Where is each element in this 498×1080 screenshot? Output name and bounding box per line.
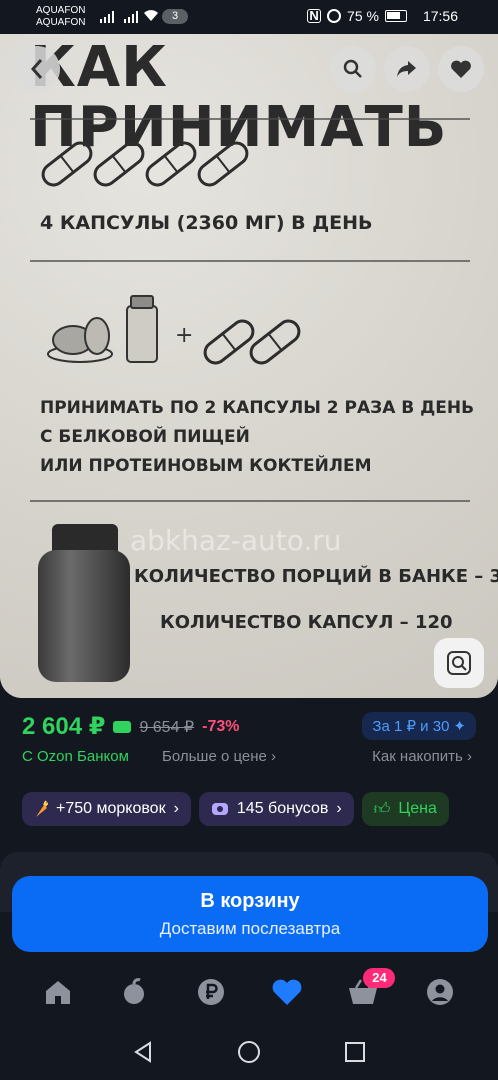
cart-count-badge: 24 xyxy=(363,968,396,988)
recents-square-icon[interactable] xyxy=(344,1041,366,1063)
sparkle-icon: ✦ xyxy=(453,718,466,735)
back-triangle-icon[interactable] xyxy=(132,1040,154,1064)
chevron-right-icon: › xyxy=(467,748,472,765)
add-to-cart-label: В корзину xyxy=(200,890,300,912)
price-chip[interactable]: 👍︎ Цена xyxy=(361,792,449,826)
more-about-price-link[interactable]: Больше о цене › xyxy=(162,748,276,765)
alarm-icon xyxy=(327,9,342,23)
favorites-icon xyxy=(272,979,302,1005)
capsule-icon xyxy=(244,314,306,370)
chevron-right-icon: › xyxy=(271,748,277,765)
svg-text:+: + xyxy=(175,323,193,348)
bottom-nav: 24 xyxy=(0,960,498,1024)
nav-favorites[interactable] xyxy=(265,970,309,1014)
thumbs-up-icon: 👍︎ xyxy=(373,800,391,818)
add-to-cart-button[interactable]: В корзину Доставим послезавтра xyxy=(12,876,488,952)
image-search-icon xyxy=(447,651,471,675)
nav-finance[interactable] xyxy=(189,970,233,1014)
carrots-label: +750 морковок xyxy=(56,800,166,817)
chevron-right-icon: › xyxy=(173,800,179,817)
capsule-icon xyxy=(198,314,260,370)
home-circle-icon[interactable] xyxy=(237,1040,261,1064)
price-row: 2 604 ₽ 9 654 ₽ -73% xyxy=(22,712,239,741)
ruble-icon xyxy=(197,979,224,1005)
fresh-icon xyxy=(124,978,145,1004)
search-button[interactable] xyxy=(330,46,376,92)
nav-cart[interactable]: 24 xyxy=(341,968,396,1014)
battery-percent: 75 % xyxy=(347,8,379,24)
bonus-chips: +750 морковок › 145 бонусов › 👍︎ Цена xyxy=(22,792,449,826)
delivery-label: Доставим послезавтра xyxy=(159,919,341,938)
food-shaker-illustration: + xyxy=(45,292,195,372)
chevron-right-icon: › xyxy=(336,800,342,817)
carrots-chip[interactable]: +750 морковок › xyxy=(22,792,191,826)
nav-profile[interactable] xyxy=(418,970,462,1014)
product-image: КАК ПРИНИМАТЬ 4 КАПСУЛЫ (2360 МГ) В ДЕНЬ… xyxy=(0,34,498,698)
divider xyxy=(30,118,470,120)
bonus-badge[interactable]: За 1 ₽ и 30 ✦ xyxy=(362,712,476,740)
carrot-icon xyxy=(36,800,48,817)
signal-icon-2 xyxy=(124,11,138,23)
profile-icon xyxy=(426,979,453,1005)
dose-text: 4 КАПСУЛЫ (2360 МГ) В ДЕНЬ xyxy=(40,212,373,234)
visual-search-button[interactable] xyxy=(434,638,484,688)
status-bar: AQUAFON AQUAFON 3 N 75 % 17:56 xyxy=(0,0,498,34)
carrier-1: AQUAFON xyxy=(36,5,86,16)
usage-text-2: С БЕЛКОВОЙ ПИЩЕЙ xyxy=(40,427,250,447)
current-price: 2 604 ₽ xyxy=(22,713,106,740)
back-arrow-icon xyxy=(30,59,43,79)
more-about-price-label: Больше о цене xyxy=(162,748,267,765)
usage-text-3: ИЛИ ПРОТЕИНОВЫМ КОКТЕЙЛЕМ xyxy=(40,456,372,476)
watermark: abkhaz-auto.ru xyxy=(130,524,342,557)
how-to-accumulate-link[interactable]: Как накопить › xyxy=(372,748,472,765)
discount-badge: -73% xyxy=(202,717,240,735)
divider xyxy=(30,260,470,262)
image-title: КАК ПРИНИМАТЬ xyxy=(30,35,448,160)
usage-text-1: ПРИНИМАТЬ ПО 2 КАПСУЛЫ 2 РАЗА В ДЕНЬ xyxy=(40,398,475,418)
how-to-accumulate-label: Как накопить xyxy=(372,748,463,765)
share-button[interactable] xyxy=(384,46,430,92)
servings-text: КОЛИЧЕСТВО ПОРЦИЙ В БАНКЕ – 30 xyxy=(134,566,498,587)
capsules-count-text: КОЛИЧЕСТВО КАПСУЛ – 120 xyxy=(160,612,453,633)
home-icon xyxy=(46,981,71,1004)
old-price: 9 654 ₽ xyxy=(139,718,195,736)
divider xyxy=(30,500,470,502)
ozon-bank-label: С Ozon Банком xyxy=(22,748,129,765)
nav-fresh[interactable] xyxy=(112,970,156,1014)
favorite-button[interactable] xyxy=(438,46,484,92)
share-icon xyxy=(397,61,416,77)
battery-icon xyxy=(384,10,407,22)
clock: 17:56 xyxy=(422,8,458,24)
bonuses-chip[interactable]: 145 бонусов › xyxy=(198,792,354,826)
back-button[interactable] xyxy=(14,46,60,92)
carrier-2: AQUAFON xyxy=(36,17,86,28)
jar-illustration xyxy=(38,524,130,684)
nfc-icon: N xyxy=(307,9,322,23)
nav-home[interactable] xyxy=(36,970,80,1014)
wifi-icon xyxy=(143,9,159,25)
price-chip-label: Цена xyxy=(398,800,437,817)
card-icon xyxy=(113,720,132,733)
heart-icon xyxy=(451,60,471,78)
bonus-icon xyxy=(211,803,228,815)
signal-icon xyxy=(100,11,114,23)
system-nav xyxy=(0,1024,498,1080)
notification-count-badge: 3 xyxy=(162,9,188,24)
search-icon xyxy=(343,59,362,78)
bonus-text: За 1 ₽ и 30 xyxy=(372,718,450,735)
product-image-gallery[interactable]: КАК ПРИНИМАТЬ 4 КАПСУЛЫ (2360 МГ) В ДЕНЬ… xyxy=(0,34,498,698)
bonuses-label: 145 бонусов xyxy=(236,800,329,817)
